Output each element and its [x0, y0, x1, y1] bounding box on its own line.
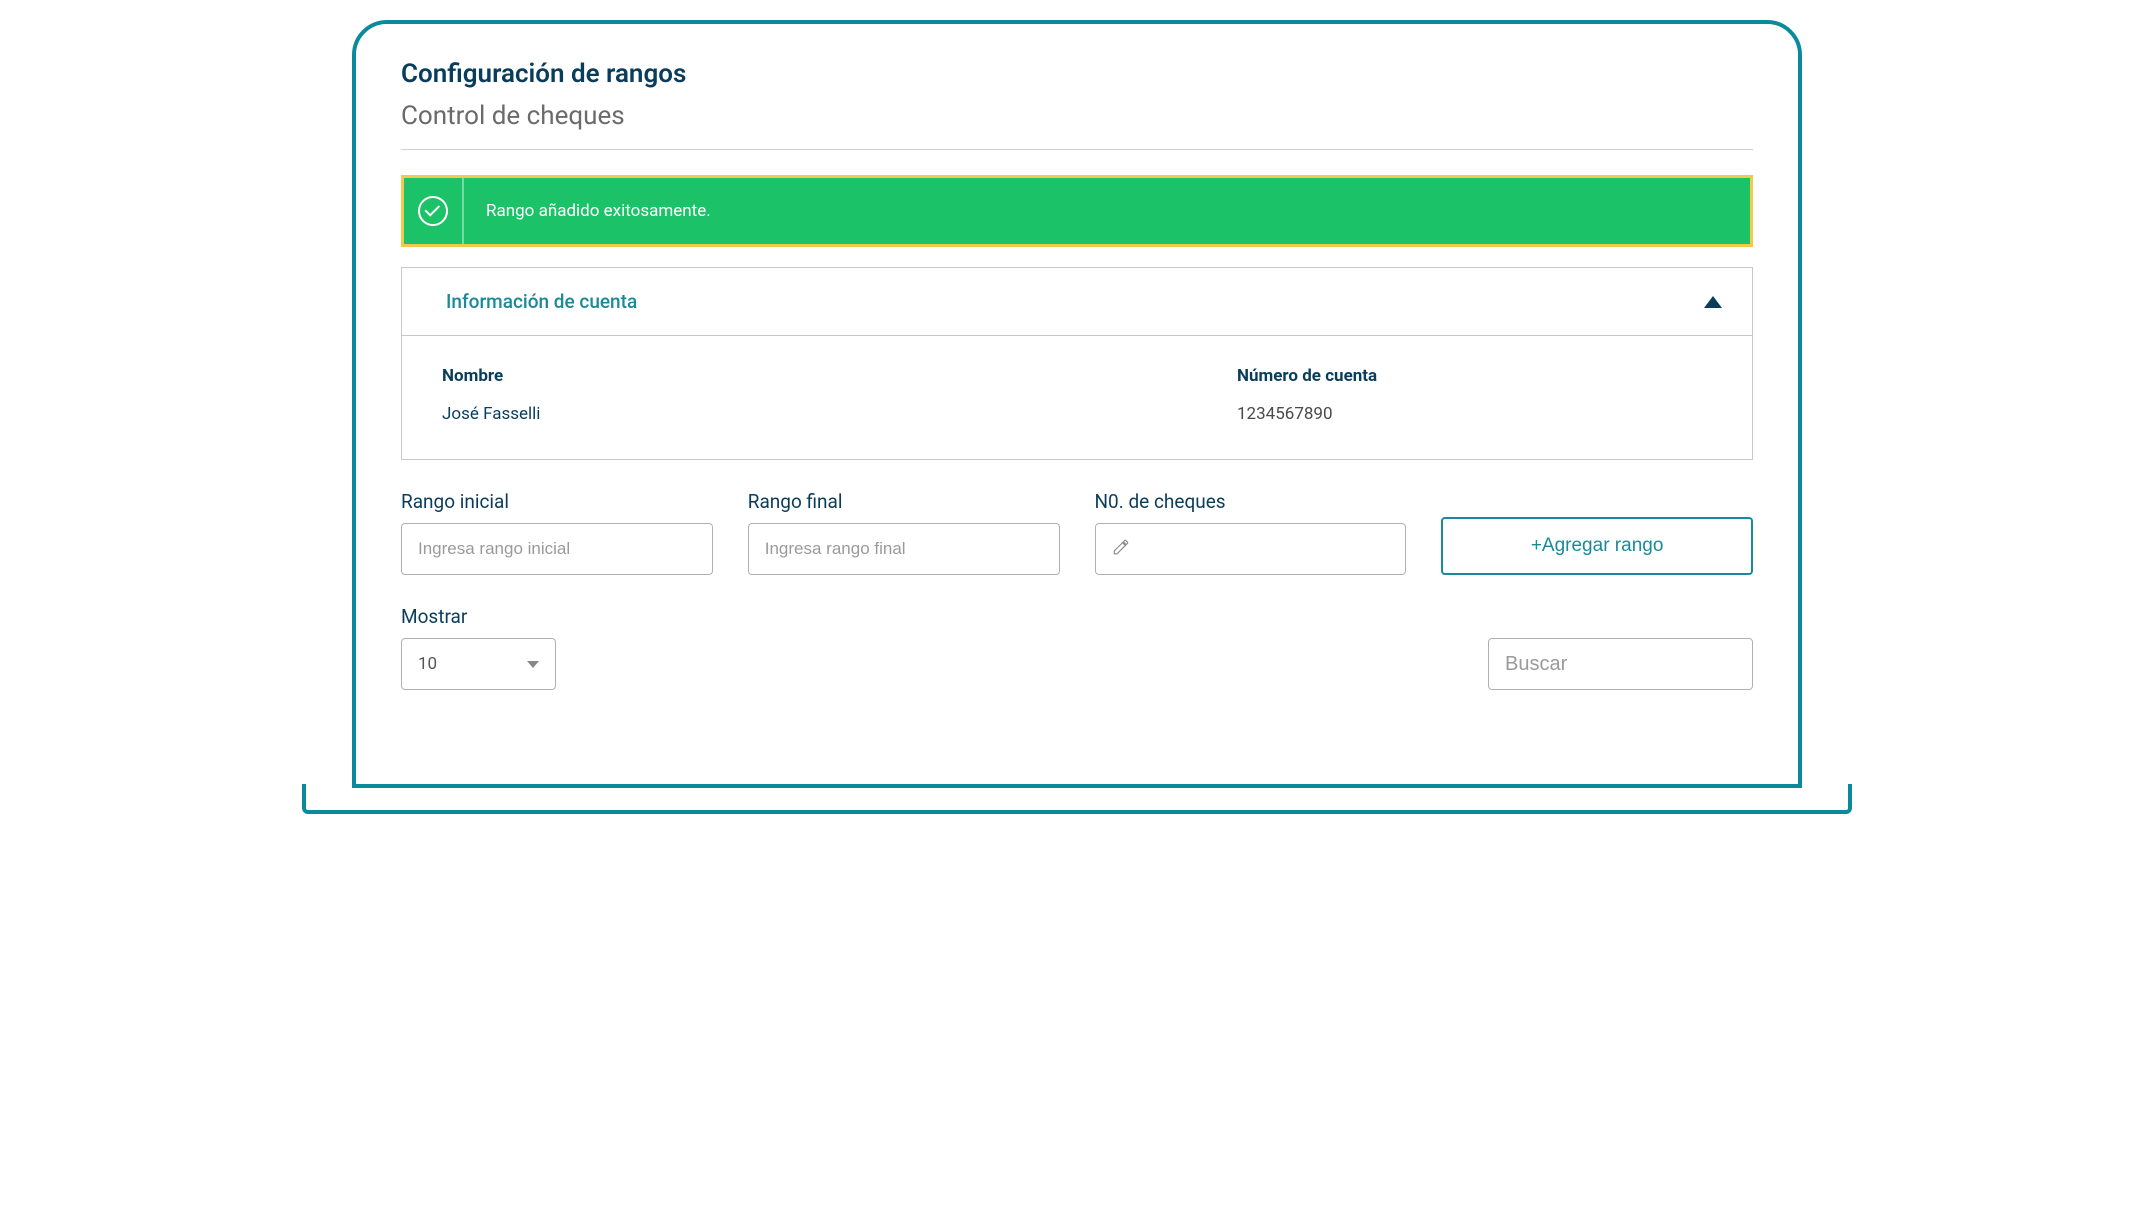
account-info-toggle[interactable]: Información de cuenta: [402, 268, 1752, 336]
alert-message: Rango añadido exitosamente.: [464, 178, 711, 244]
chevron-up-icon: [1704, 296, 1722, 308]
range-start-input[interactable]: [401, 523, 713, 575]
range-start-label: Rango inicial: [401, 490, 713, 513]
page-title: Configuración de rangos: [401, 59, 1753, 89]
show-select-value: 10: [418, 654, 437, 674]
chevron-down-icon: [527, 661, 539, 668]
alert-icon-box: [404, 178, 464, 244]
header-divider: [401, 149, 1753, 150]
add-button-group: +Agregar rango: [1441, 517, 1753, 575]
account-info-body: Nombre José Fasselli Número de cuenta 12…: [402, 336, 1752, 459]
account-name-column: Nombre José Fasselli: [442, 366, 917, 424]
account-name-label: Nombre: [442, 366, 917, 386]
range-form-row: Rango inicial Rango final N0. de cheques…: [401, 490, 1753, 575]
checkmark-icon: [425, 201, 441, 217]
show-label: Mostrar: [401, 605, 556, 628]
account-number-column: Número de cuenta 1234567890: [917, 366, 1712, 424]
checks-count-group: N0. de cheques: [1095, 490, 1407, 575]
checkmark-circle-icon: [418, 196, 448, 226]
page-subtitle: Control de cheques: [401, 101, 1753, 131]
range-end-label: Rango final: [748, 490, 1060, 513]
checks-count-label: N0. de cheques: [1095, 490, 1407, 513]
success-alert: Rango añadido exitosamente.: [401, 175, 1753, 247]
account-info-panel: Información de cuenta Nombre José Fassel…: [401, 267, 1753, 460]
laptop-frame: Configuración de rangos Control de chequ…: [352, 20, 1802, 788]
search-group: [1488, 638, 1753, 690]
show-select[interactable]: 10: [401, 638, 556, 690]
edit-icon: [1112, 538, 1130, 561]
laptop-base: [302, 784, 1852, 814]
filter-row: Mostrar 10: [401, 605, 1753, 690]
show-group: Mostrar 10: [401, 605, 556, 690]
account-name-value: José Fasselli: [442, 404, 917, 424]
range-start-group: Rango inicial: [401, 490, 713, 575]
content-area: Configuración de rangos Control de chequ…: [356, 24, 1798, 784]
account-number-value: 1234567890: [1237, 404, 1712, 424]
account-info-title: Información de cuenta: [432, 290, 637, 313]
add-range-button[interactable]: +Agregar rango: [1441, 517, 1753, 575]
search-input[interactable]: [1488, 638, 1753, 690]
checks-count-display: [1095, 523, 1407, 575]
range-end-input[interactable]: [748, 523, 1060, 575]
account-number-label: Número de cuenta: [1237, 366, 1712, 386]
range-end-group: Rango final: [748, 490, 1060, 575]
